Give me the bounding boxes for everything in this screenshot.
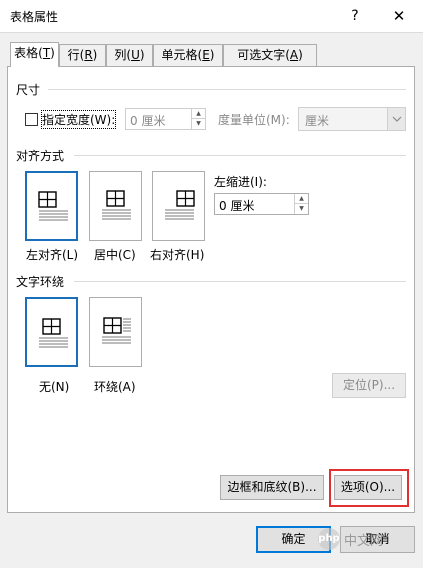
unit-select-value: 厘米 (305, 114, 330, 128)
tab-alt-text[interactable]: 可选文字(A) (223, 44, 317, 66)
table-properties-dialog: 表格属性 ? ✕ 表格(T) 行(R) 列(U) 单元格(E) 可选文字(A) … (0, 0, 423, 568)
wrapping-section-divider (74, 281, 406, 282)
align-center-option[interactable] (89, 171, 142, 241)
align-center-label[interactable]: 居中(C) (94, 246, 136, 263)
align-right-label[interactable]: 右对齐(H) (150, 246, 204, 263)
indent-increment-icon[interactable]: ▲ (295, 194, 308, 204)
specify-width-label[interactable]: 指定宽度(W): (40, 110, 117, 129)
tab-cell[interactable]: 单元格(E) (153, 44, 223, 66)
wrap-none-icon (39, 318, 68, 348)
width-decrement-icon[interactable]: ▼ (192, 119, 205, 129)
align-center-icon (102, 190, 131, 220)
size-section-divider (48, 89, 406, 90)
left-indent-spinner[interactable]: 0 厘米 ▲ ▼ (214, 193, 309, 215)
wrap-none-label[interactable]: 无(N) (39, 378, 69, 395)
left-indent-value: 0 厘米 (219, 199, 255, 213)
align-right-icon (165, 190, 195, 220)
tab-row[interactable]: 行(R) (59, 44, 106, 66)
alignment-section-divider (74, 155, 406, 156)
wrap-none-option[interactable] (25, 297, 78, 367)
chevron-down-icon[interactable] (387, 108, 405, 130)
watermark-logo: php (318, 528, 340, 550)
align-left-option[interactable] (25, 171, 78, 241)
left-indent-label: 左缩进(I): (214, 175, 267, 189)
wrap-around-label[interactable]: 环绕(A) (94, 378, 136, 395)
alignment-section-title: 对齐方式 (16, 147, 65, 164)
help-button[interactable]: ? (343, 4, 367, 28)
title-bar: 表格属性 ? ✕ (0, 0, 423, 32)
align-right-option[interactable] (152, 171, 205, 241)
options-highlight-frame (329, 469, 409, 507)
tab-table[interactable]: 表格(T) (10, 42, 59, 67)
indent-decrement-icon[interactable]: ▼ (295, 204, 308, 214)
position-button[interactable]: 定位(P)... (332, 373, 406, 398)
wrapping-section-title: 文字环绕 (16, 273, 65, 290)
unit-label: 度量单位(M): (218, 113, 290, 127)
dialog-title: 表格属性 (10, 10, 59, 24)
table-tab-panel: 尺寸 指定宽度(W): 0 厘米 ▲ ▼ 度量单位(M): 厘米 对齐方式 左对… (7, 66, 415, 513)
site-watermark: php 中文网 (318, 526, 415, 552)
tab-column[interactable]: 列(U) (106, 44, 153, 66)
width-value: 0 厘米 (130, 114, 166, 128)
wrap-around-icon (102, 317, 131, 344)
specify-width-checkbox[interactable] (25, 113, 38, 126)
align-left-icon (38, 191, 68, 221)
width-increment-icon[interactable]: ▲ (192, 109, 205, 119)
unit-select[interactable]: 厘米 (298, 107, 406, 131)
size-section-title: 尺寸 (16, 81, 41, 98)
width-spinner[interactable]: 0 厘米 ▲ ▼ (125, 108, 206, 130)
borders-shading-button[interactable]: 边框和底纹(B)... (220, 475, 324, 500)
close-button[interactable]: ✕ (387, 4, 411, 28)
watermark-text: 中文网 (344, 534, 384, 549)
wrap-around-option[interactable] (89, 297, 142, 367)
align-left-label[interactable]: 左对齐(L) (26, 246, 78, 263)
